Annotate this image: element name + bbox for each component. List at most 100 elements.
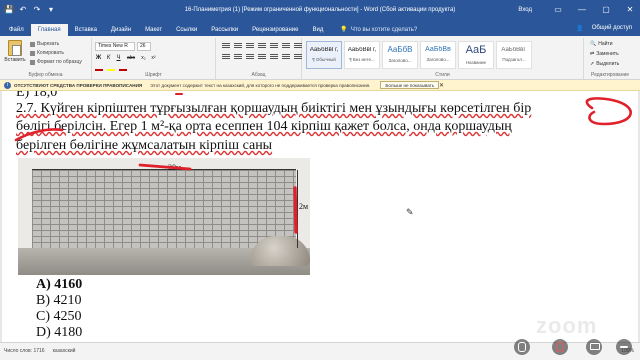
- tab-review[interactable]: Рецензирование: [245, 24, 305, 36]
- superscript-button[interactable]: x²: [150, 55, 157, 61]
- tab-insert[interactable]: Вставка: [68, 24, 104, 36]
- style-title[interactable]: АаБ Название: [458, 41, 494, 69]
- font-size-select[interactable]: 26: [137, 42, 151, 51]
- find-button[interactable]: 🔍 Найти: [590, 41, 613, 47]
- bullets-icon[interactable]: [222, 43, 230, 49]
- mic-muted-icon: [556, 342, 564, 352]
- format-painter-label: Формат по образцу: [37, 59, 82, 65]
- replace-button[interactable]: ⇄ Заменить: [590, 51, 619, 57]
- highlight-icon[interactable]: [107, 65, 115, 71]
- share-icon[interactable]: 👤: [576, 25, 583, 32]
- italic-button[interactable]: К: [105, 55, 112, 61]
- dont-show-again-button[interactable]: Больше не показывать: [380, 81, 440, 89]
- video-button[interactable]: [586, 339, 602, 355]
- maximize-icon[interactable]: ▢: [600, 3, 612, 17]
- increase-indent-icon[interactable]: [270, 43, 278, 49]
- signin-link[interactable]: Вход: [518, 7, 532, 13]
- cut-button[interactable]: Вырезать: [30, 41, 59, 47]
- paste-icon: [8, 40, 22, 56]
- styles-group-label: Стили: [435, 72, 450, 78]
- height-dimension-line: [297, 170, 298, 248]
- style-heading-2[interactable]: АаБбВв Заголово...: [420, 41, 456, 69]
- multilevel-list-icon[interactable]: [246, 43, 254, 49]
- title-bar: 💾 ↶ ↷ ▾ 16-Планиметрия (1) [Режим ограни…: [0, 0, 640, 22]
- paste-label: Вставить: [4, 57, 26, 63]
- select-button[interactable]: ➚ Выделить: [590, 61, 619, 67]
- brick-wall: [32, 170, 296, 248]
- lightbulb-icon: 💡: [340, 27, 348, 33]
- shading-icon[interactable]: [282, 54, 290, 60]
- align-center-icon[interactable]: [234, 54, 242, 60]
- style-sample: АаБбВвГг,: [347, 47, 377, 53]
- tab-file[interactable]: Файл: [2, 24, 31, 36]
- problem-line-3: берілген бөлігіне жұмсалатын кірпіш саны: [16, 138, 272, 154]
- ribbon-display-options-icon[interactable]: ▭: [552, 3, 564, 17]
- paste-button[interactable]: Вставить: [4, 40, 26, 68]
- cursor-icon: ➚: [590, 61, 595, 67]
- strikethrough-button[interactable]: abc: [125, 55, 137, 61]
- text-effects-icon[interactable]: [95, 65, 103, 71]
- subscript-button[interactable]: x₂: [140, 55, 147, 61]
- ribbon-tabs: Файл Главная Вставка Дизайн Макет Ссылки…: [0, 22, 640, 36]
- word-count[interactable]: Число слов: 1716: [4, 348, 45, 354]
- document-page[interactable]: E) 18,0 2.7. Күйген кірпіштен тұрғызылға…: [2, 91, 638, 342]
- tell-me-text: Что вы хотите сделать?: [350, 27, 418, 33]
- answer-option: C) 4250: [36, 309, 82, 324]
- close-icon[interactable]: ✕: [624, 3, 636, 17]
- show-marks-icon[interactable]: [294, 43, 302, 49]
- tab-references[interactable]: Ссылки: [169, 24, 204, 36]
- info-icon: i: [4, 81, 11, 89]
- proofing-message-bar: i ОТСУТСТВУЮТ СРЕДСТВА ПРОВЕРКИ ПРАВОПИС…: [0, 80, 640, 91]
- copy-button[interactable]: Копировать: [30, 50, 64, 56]
- style-name: Подзагол...: [502, 57, 526, 62]
- scissors-icon: [30, 41, 35, 47]
- font-name-select[interactable]: Times New R: [95, 42, 135, 51]
- borders-icon[interactable]: [294, 54, 302, 60]
- decrease-indent-icon[interactable]: [258, 43, 266, 49]
- underline-button[interactable]: Ч: [115, 55, 122, 61]
- ribbon-home: Вставить Вырезать Копировать Формат по о…: [0, 36, 640, 80]
- numbering-icon[interactable]: [234, 43, 242, 49]
- pen-cursor-icon: ✎: [406, 207, 414, 217]
- minimize-icon[interactable]: —: [576, 3, 588, 17]
- font-color-icon[interactable]: [119, 65, 127, 71]
- select-label: Выделить: [596, 61, 620, 67]
- copy-icon: [30, 50, 35, 56]
- tab-layout[interactable]: Макет: [138, 24, 169, 36]
- copy-label: Копировать: [37, 50, 64, 56]
- width-dimension-line: [32, 169, 296, 170]
- tell-me-box[interactable]: 💡 Что вы хотите сделать?: [336, 24, 421, 36]
- style-name: ¶ Обычный: [312, 57, 336, 62]
- align-right-icon[interactable]: [246, 54, 254, 60]
- style-heading-1[interactable]: АаБбВ Заголово...: [382, 41, 418, 69]
- font-group-label: Шрифт: [145, 72, 162, 78]
- mute-button[interactable]: [552, 339, 568, 355]
- style-subtitle[interactable]: АаБбВвГ Подзагол...: [496, 41, 532, 69]
- clipboard-group-label: Буфер обмена: [28, 72, 63, 78]
- more-options-button[interactable]: [616, 339, 632, 355]
- group-styles: АаБбВвГг, ¶ Обычный АаБбВвГг, ¶ Без инте…: [302, 38, 584, 79]
- format-painter-button[interactable]: Формат по образцу: [30, 59, 82, 65]
- problem-text: бөлігі берілсін. Егер 1 м²-қа орта есепп…: [16, 119, 512, 134]
- sort-icon[interactable]: [282, 43, 290, 49]
- language-indicator[interactable]: казахский: [53, 348, 76, 354]
- style-name: Название: [465, 60, 487, 65]
- tab-design[interactable]: Дизайн: [104, 24, 138, 36]
- style-no-spacing[interactable]: АаБбВвГг, ¶ Без инте...: [344, 41, 380, 69]
- style-normal[interactable]: АаБбВвГг, ¶ Обычный: [306, 41, 342, 69]
- tab-mailings[interactable]: Рассылки: [204, 24, 245, 36]
- close-icon[interactable]: ✕: [439, 82, 444, 89]
- align-left-icon[interactable]: [222, 54, 230, 60]
- line-spacing-icon[interactable]: [270, 54, 278, 60]
- tab-view[interactable]: Вид: [305, 24, 330, 36]
- bold-button[interactable]: Ж: [95, 55, 102, 61]
- width-label: 20м: [168, 163, 182, 172]
- list-buttons-row: [222, 43, 302, 49]
- tab-home[interactable]: Главная: [30, 24, 68, 36]
- microphone-button[interactable]: [514, 339, 530, 355]
- previous-answer-line: E) 18,0: [16, 91, 58, 100]
- share-button[interactable]: Общий доступ: [592, 25, 632, 32]
- justify-icon[interactable]: [258, 54, 266, 60]
- search-icon: 🔍: [590, 41, 597, 47]
- style-sample: АаБбВвГг,: [309, 47, 339, 53]
